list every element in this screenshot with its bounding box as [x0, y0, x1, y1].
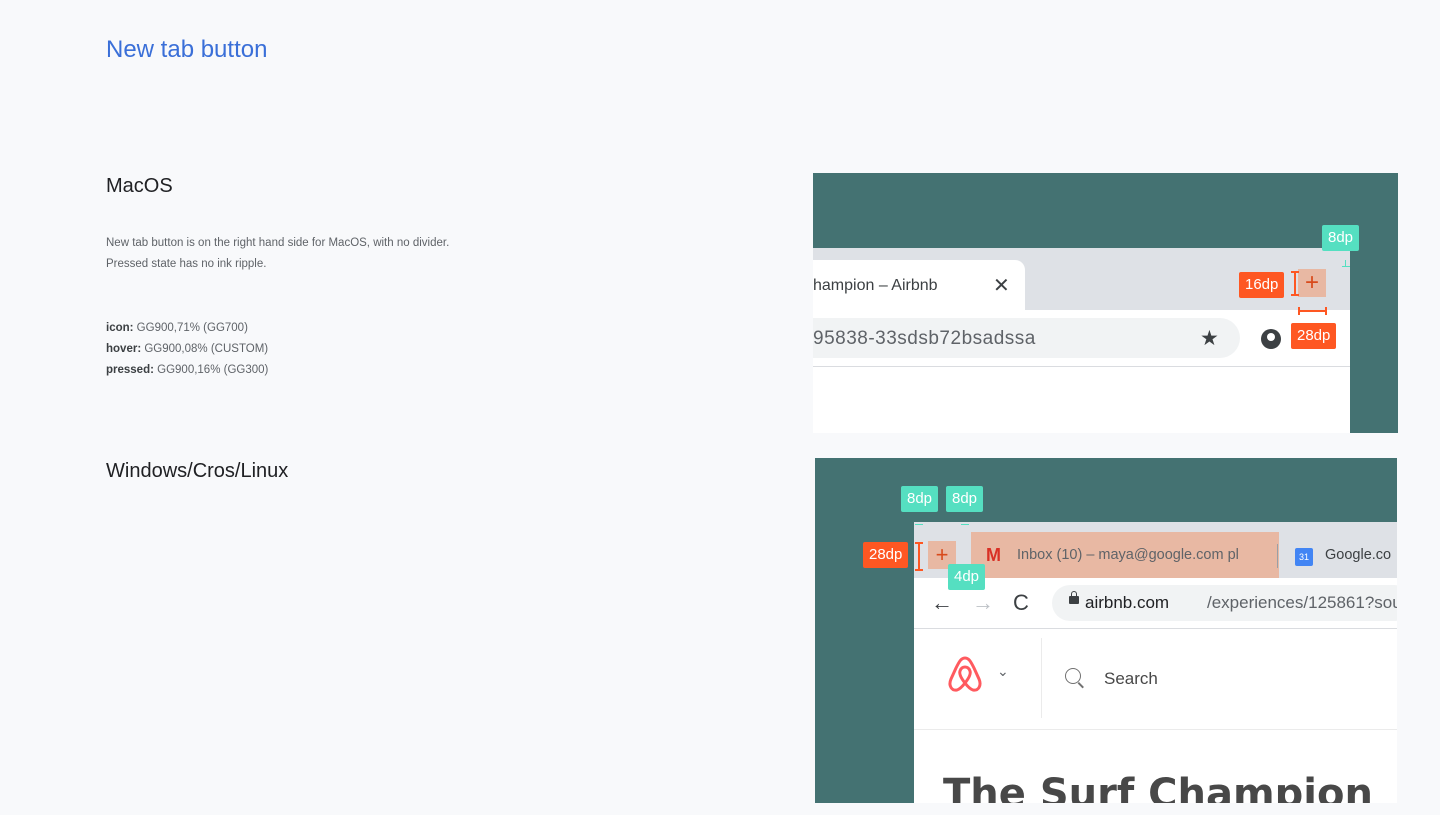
tab-google-title[interactable]: Google.co	[1325, 547, 1391, 563]
search-input[interactable]: Search	[1104, 669, 1158, 689]
omnibox-url-host: airbnb.com	[1085, 593, 1170, 612]
close-icon[interactable]: ✕	[993, 273, 1010, 298]
measure-line-8dp	[1342, 266, 1350, 267]
lock-icon	[1069, 591, 1079, 604]
macos-heading: MacOS	[106, 175, 173, 197]
content-divider	[914, 729, 1397, 730]
profile-icon[interactable]	[1261, 329, 1281, 349]
measure-line-28dp	[1298, 310, 1326, 312]
airbnb-logo-icon[interactable]	[945, 654, 985, 699]
macos-desc-line1: New tab button is on the right hand side…	[106, 237, 450, 249]
redline-tag-4dp: 4dp	[948, 564, 986, 590]
measure-tick	[1345, 260, 1346, 266]
tab-inbox-title: Inbox (10) – maya@google.com pl	[1017, 547, 1239, 563]
page-title: New tab button	[106, 36, 268, 63]
new-tab-button[interactable]: +	[1298, 269, 1326, 297]
spec-icon-label: icon:	[106, 322, 134, 334]
measure-tick	[1291, 294, 1299, 296]
page-headline: The Surf Champion	[943, 771, 1373, 803]
macos-mockup: hampion – Airbnb ✕ 95838-33sdsb72bsadssa…	[813, 173, 1398, 433]
spec-pressed: pressed: GG900,16% (GG300)	[106, 360, 268, 381]
search-icon	[1065, 668, 1081, 684]
spec-pressed-label: pressed:	[106, 364, 154, 376]
macos-specs: icon: GG900,71% (GG700) hover: GG900,08%…	[106, 318, 268, 381]
measure-tick	[1325, 307, 1327, 315]
omnibox-url: 95838-33sdsb72bsadssa	[813, 328, 1036, 349]
calendar-icon: 31	[1295, 548, 1313, 566]
redline-tag-28dp: 28dp	[1291, 323, 1337, 349]
spec-icon-value: GG900,71% (GG700)	[133, 322, 248, 334]
back-arrow-icon[interactable]: ←	[931, 590, 953, 616]
measure-tick	[915, 542, 923, 544]
chevron-down-icon[interactable]: ⌄	[997, 663, 1009, 680]
redline-tag-8dp-b: 8dp	[946, 486, 984, 512]
macos-description: New tab button is on the right hand side…	[106, 233, 449, 275]
measure-line-28dp	[918, 542, 920, 570]
star-icon[interactable]: ★	[1200, 326, 1219, 351]
redline-tag-8dp: 8dp	[1322, 225, 1360, 251]
macos-desc-line2: Pressed state has no ink ripple.	[106, 258, 267, 270]
redline-tag-28dp: 28dp	[863, 542, 909, 568]
measure-tick	[1291, 271, 1299, 273]
reload-icon[interactable]: C	[1013, 590, 1029, 616]
window-frame	[813, 173, 1398, 248]
spec-icon: icon: GG900,71% (GG700)	[106, 318, 268, 339]
measure-line-8dp	[915, 524, 923, 525]
omnibox-url-path: /experiences/125861?sou	[1207, 593, 1397, 612]
gmail-icon: M	[986, 545, 1001, 565]
spec-pressed-value: GG900,16% (GG300)	[153, 364, 269, 376]
measure-tick	[915, 569, 923, 571]
windows-heading: Windows/Cros/Linux	[106, 460, 289, 482]
spec-hover-label: hover:	[106, 343, 142, 355]
window-frame-right	[1350, 248, 1398, 433]
forward-arrow-icon[interactable]: →	[972, 590, 994, 616]
measure-line-16dp	[1294, 271, 1296, 295]
spec-hover: hover: GG900,08% (CUSTOM)	[106, 339, 268, 360]
redline-tag-16dp: 16dp	[1239, 272, 1285, 298]
windows-mockup: + M Inbox (10) – maya@google.com pl 31 G…	[815, 458, 1397, 803]
redline-tag-8dp-a: 8dp	[901, 486, 939, 512]
header-divider	[1041, 638, 1042, 718]
tab-divider	[1277, 544, 1278, 568]
measure-tick	[1298, 307, 1300, 315]
spec-hover-value: GG900,08% (CUSTOM)	[141, 343, 269, 355]
measure-line-8dp	[961, 524, 969, 525]
tab-title: hampion – Airbnb	[813, 277, 938, 294]
